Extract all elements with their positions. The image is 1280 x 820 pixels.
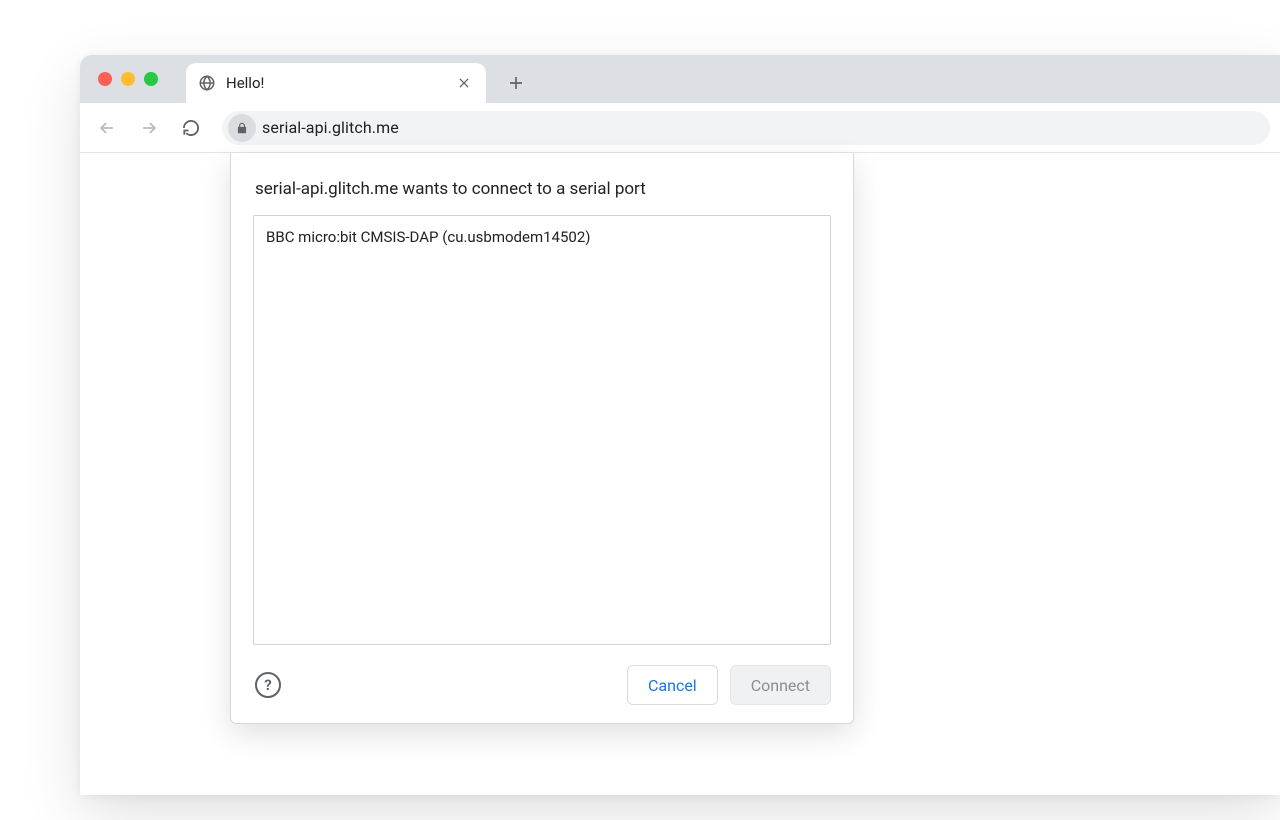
reload-button[interactable] bbox=[174, 111, 208, 145]
window-minimize-button[interactable] bbox=[121, 72, 135, 86]
connect-button-label: Connect bbox=[751, 676, 810, 695]
close-icon bbox=[457, 76, 471, 90]
help-button[interactable]: ? bbox=[255, 672, 281, 698]
connect-button[interactable]: Connect bbox=[730, 665, 831, 705]
site-security-chip[interactable] bbox=[228, 114, 256, 142]
forward-button[interactable] bbox=[132, 111, 166, 145]
browser-tab-active[interactable]: Hello! bbox=[186, 63, 486, 103]
page-content: serial-api.glitch.me wants to connect to… bbox=[80, 153, 1280, 795]
cancel-button[interactable]: Cancel bbox=[627, 665, 718, 705]
tab-close-button[interactable] bbox=[454, 73, 474, 93]
serial-port-chooser-dialog: serial-api.glitch.me wants to connect to… bbox=[230, 153, 854, 724]
device-list[interactable]: BBC micro:bit CMSIS-DAP (cu.usbmodem1450… bbox=[253, 215, 831, 645]
tab-title: Hello! bbox=[226, 74, 444, 92]
window-close-button[interactable] bbox=[98, 72, 112, 86]
plus-icon bbox=[507, 74, 525, 92]
url-text: serial-api.glitch.me bbox=[262, 118, 399, 137]
browser-window: Hello! bbox=[80, 55, 1280, 795]
tab-strip: Hello! bbox=[80, 55, 1280, 103]
dialog-title: serial-api.glitch.me wants to connect to… bbox=[255, 179, 831, 199]
device-list-item[interactable]: BBC micro:bit CMSIS-DAP (cu.usbmodem1450… bbox=[254, 220, 830, 254]
window-controls bbox=[92, 55, 168, 103]
dialog-footer: ? Cancel Connect bbox=[253, 665, 831, 705]
new-tab-button[interactable] bbox=[500, 67, 532, 99]
lock-icon bbox=[235, 121, 249, 135]
window-fullscreen-button[interactable] bbox=[144, 72, 158, 86]
arrow-right-icon bbox=[139, 118, 159, 138]
arrow-left-icon bbox=[97, 118, 117, 138]
browser-toolbar: serial-api.glitch.me bbox=[80, 103, 1280, 153]
reload-icon bbox=[181, 118, 201, 138]
address-bar[interactable]: serial-api.glitch.me bbox=[222, 111, 1270, 145]
cancel-button-label: Cancel bbox=[648, 676, 697, 695]
back-button[interactable] bbox=[90, 111, 124, 145]
globe-icon bbox=[198, 74, 216, 92]
help-icon: ? bbox=[264, 676, 271, 694]
